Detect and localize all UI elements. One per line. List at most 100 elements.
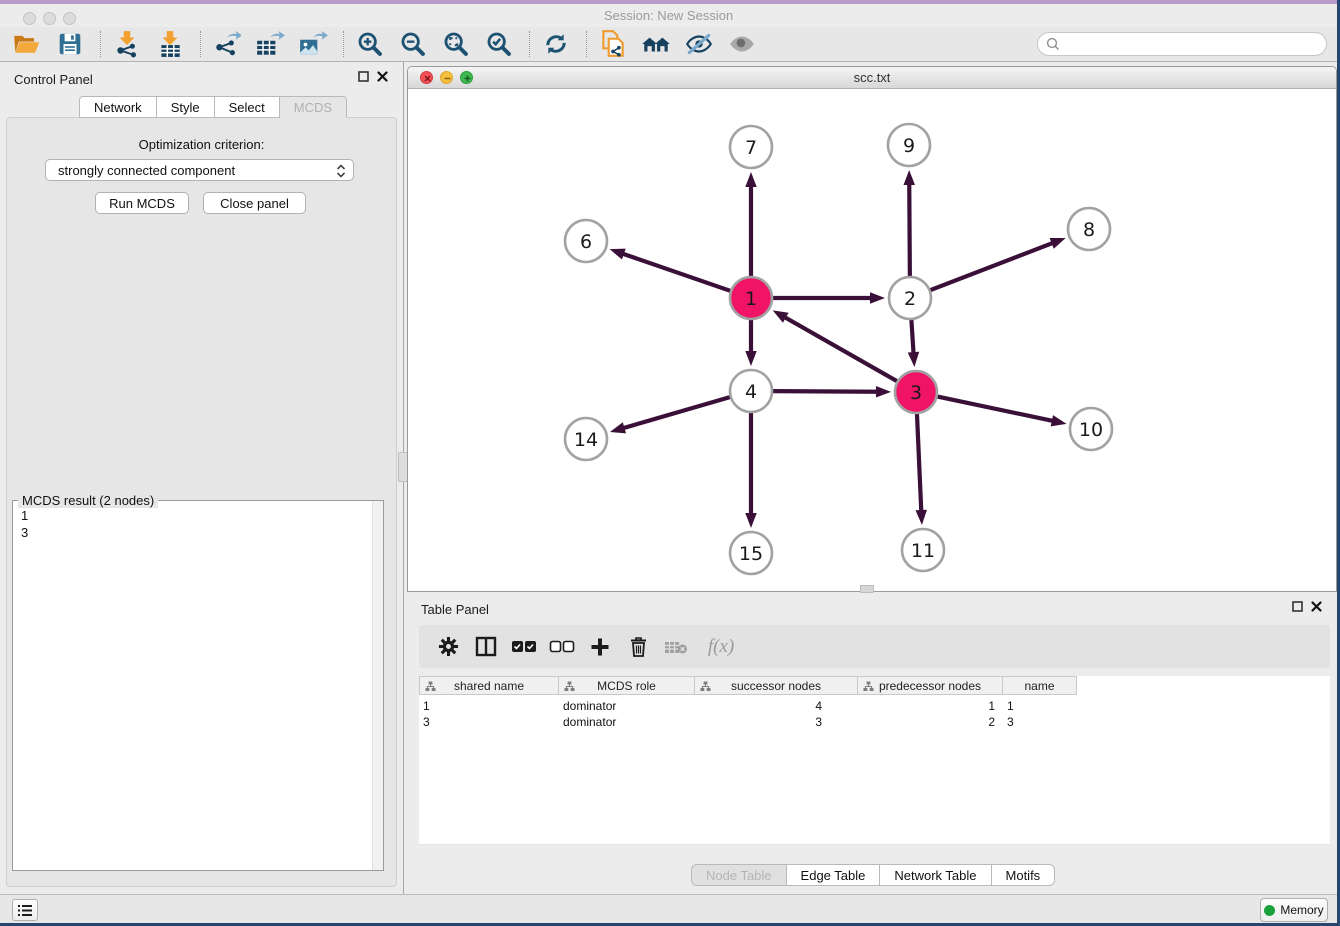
select-all-button[interactable] xyxy=(509,632,539,662)
table-cell-mcds-role[interactable]: dominator xyxy=(559,698,695,714)
graph-node-8[interactable]: 8 xyxy=(1068,208,1110,250)
control-panel-header: Control Panel xyxy=(0,62,403,96)
graph-edge-2-3[interactable] xyxy=(908,320,919,367)
result-scrollbar[interactable] xyxy=(372,501,383,870)
node-table[interactable]: shared nameMCDS rolesuccessor nodesprede… xyxy=(419,676,1330,845)
table-cell-successor-nodes[interactable]: 4 xyxy=(695,698,858,714)
column-label: name xyxy=(1024,679,1054,693)
task-history-button[interactable] xyxy=(12,899,38,921)
table-cell-predecessor-nodes[interactable]: 2 xyxy=(858,714,1003,730)
graph-node-6[interactable]: 6 xyxy=(565,220,607,262)
network-canvas[interactable]: 7 9 6 8 1 2 4 3 14 10 15 11 xyxy=(408,89,1336,591)
tab-motifs[interactable]: Motifs xyxy=(992,864,1056,886)
export-network-button[interactable] xyxy=(210,29,244,59)
tab-node-table[interactable]: Node Table xyxy=(691,864,787,886)
window-title: Session: New Session xyxy=(0,8,1337,23)
close-panel-icon[interactable] xyxy=(377,71,388,82)
graph-node-11[interactable]: 11 xyxy=(902,529,944,571)
graph-node-3[interactable]: 3 xyxy=(895,371,937,413)
hide-selected-button[interactable] xyxy=(682,29,716,59)
import-table-button[interactable] xyxy=(153,29,187,59)
column-header-name[interactable]: name xyxy=(1003,676,1077,695)
graph-edge-2-8[interactable] xyxy=(931,238,1066,290)
gear-icon xyxy=(438,636,459,657)
graph-edge-1-4[interactable] xyxy=(745,320,757,366)
graph-edge-4-3[interactable] xyxy=(773,386,891,397)
float-panel-icon[interactable] xyxy=(358,71,369,82)
export-image-button[interactable] xyxy=(296,29,330,59)
graph-edge-1-6[interactable] xyxy=(610,249,731,291)
first-neighbors-button[interactable] xyxy=(639,29,673,59)
delete-column-button[interactable] xyxy=(623,632,653,662)
column-header-mcds-role[interactable]: MCDS role xyxy=(559,676,695,695)
export-table-button[interactable] xyxy=(253,29,287,59)
table-cell-successor-nodes[interactable]: 3 xyxy=(695,714,858,730)
graph-node-2[interactable]: 2 xyxy=(889,277,931,319)
graph-edge-2-9[interactable] xyxy=(904,170,915,276)
graph-node-14[interactable]: 14 xyxy=(565,418,607,460)
zoom-fit-button[interactable] xyxy=(439,29,473,59)
zoom-out-button[interactable] xyxy=(396,29,430,59)
tab-network[interactable]: Network xyxy=(79,96,157,118)
column-header-shared-name[interactable]: shared name xyxy=(419,676,559,695)
table-cell-mcds-role[interactable]: dominator xyxy=(559,714,695,730)
horizontal-splitter-handle[interactable] xyxy=(860,585,874,593)
zoom-selected-button[interactable] xyxy=(482,29,516,59)
close-panel-icon[interactable] xyxy=(1311,601,1322,612)
table-settings-button[interactable] xyxy=(433,632,463,662)
export-table-icon xyxy=(255,30,285,58)
table-cell-shared-name[interactable]: 3 xyxy=(419,714,559,730)
graph-edge-1-7[interactable] xyxy=(745,172,757,276)
graph-node-9[interactable]: 9 xyxy=(888,124,930,166)
graph-edge-1-2[interactable] xyxy=(773,292,885,304)
column-header-predecessor-nodes[interactable]: predecessor nodes xyxy=(858,676,1003,695)
clone-network-button[interactable] xyxy=(596,29,630,59)
graph-node-4[interactable]: 4 xyxy=(730,370,772,412)
table-rows: 1dominator4113dominator323 xyxy=(419,698,1330,730)
result-line: 3 xyxy=(21,524,28,541)
open-session-button[interactable] xyxy=(10,29,44,59)
toolbar-separator xyxy=(529,31,530,57)
network-view-titlebar[interactable]: scc.txt xyxy=(408,67,1336,89)
deselect-all-button[interactable] xyxy=(547,632,577,662)
graph-node-1[interactable]: 1 xyxy=(730,277,772,319)
split-view-button[interactable] xyxy=(471,632,501,662)
run-mcds-button[interactable]: Run MCDS xyxy=(95,192,189,214)
float-panel-icon[interactable] xyxy=(1292,601,1303,612)
graph-edge-4-14[interactable] xyxy=(610,397,730,433)
criterion-dropdown[interactable]: strongly connected component xyxy=(45,159,354,181)
graph-node-7[interactable]: 7 xyxy=(730,126,772,168)
tab-edge-table[interactable]: Edge Table xyxy=(787,864,881,886)
table-cell-name[interactable]: 1 xyxy=(1003,698,1077,714)
search-field[interactable] xyxy=(1037,32,1327,56)
show-all-button[interactable] xyxy=(725,29,759,59)
graph-node-15[interactable]: 15 xyxy=(730,532,772,574)
svg-text:7: 7 xyxy=(745,137,757,159)
save-session-button[interactable] xyxy=(53,29,87,59)
table-row[interactable]: 3dominator323 xyxy=(419,714,1330,730)
graph-edge-3-10[interactable] xyxy=(938,397,1067,427)
graph-edge-4-15[interactable] xyxy=(745,413,757,528)
graph-edge-3-11[interactable] xyxy=(915,414,926,525)
graph-edge-3-1[interactable] xyxy=(773,310,897,381)
import-network-button[interactable] xyxy=(110,29,144,59)
memory-button[interactable]: Memory xyxy=(1260,898,1328,922)
close-panel-button[interactable]: Close panel xyxy=(203,192,306,214)
tab-network-table[interactable]: Network Table xyxy=(880,864,991,886)
tab-mcds[interactable]: MCDS xyxy=(280,96,347,118)
tab-select[interactable]: Select xyxy=(215,96,280,118)
table-row[interactable]: 1dominator411 xyxy=(419,698,1330,714)
update-view-button[interactable] xyxy=(539,29,573,59)
tab-style[interactable]: Style xyxy=(157,96,215,118)
table-cell-shared-name[interactable]: 1 xyxy=(419,698,559,714)
two-houses-icon xyxy=(640,31,672,57)
table-cell-name[interactable]: 3 xyxy=(1003,714,1077,730)
zoom-in-button[interactable] xyxy=(353,29,387,59)
create-column-button[interactable] xyxy=(585,632,615,662)
mcds-result-lines: 13 xyxy=(21,507,28,541)
column-header-successor-nodes[interactable]: successor nodes xyxy=(695,676,858,695)
window-titlebar: Session: New Session xyxy=(0,4,1337,27)
search-input[interactable] xyxy=(1065,37,1326,52)
graph-node-10[interactable]: 10 xyxy=(1070,408,1112,450)
table-cell-predecessor-nodes[interactable]: 1 xyxy=(858,698,1003,714)
